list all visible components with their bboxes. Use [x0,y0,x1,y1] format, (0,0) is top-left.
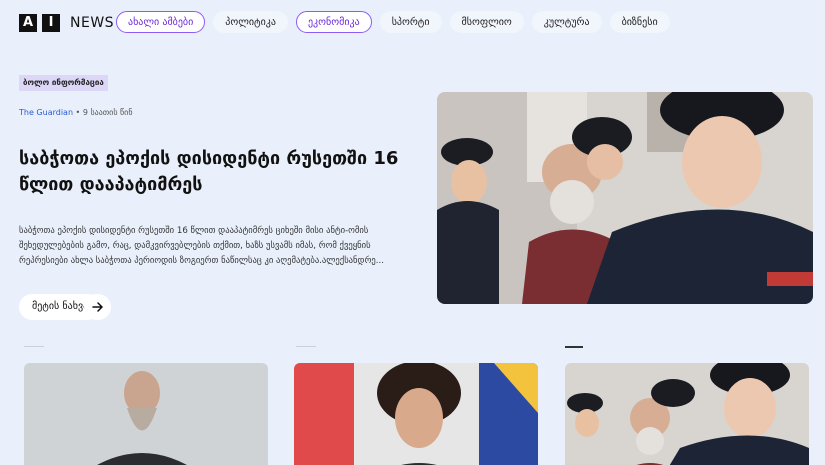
read-more-arrow-button[interactable] [84,294,111,320]
section-divider [24,346,44,347]
nav-item-world[interactable]: მსოფლიო [449,11,524,33]
top-header: A I NEWS ახალი ამბები პოლიტიკა ეკონომიკა… [19,10,825,36]
logo-letter-a: A [19,14,37,32]
article-card-2-photo[interactable] [294,363,538,465]
article-source[interactable]: The Guardian [19,108,73,117]
article-card-3-photo[interactable] [565,363,809,465]
nav-item-business[interactable]: ბიზნესი [609,11,670,33]
category-nav: ახალი ამბები პოლიტიკა ეკონომიკა სპორტი მ… [116,11,670,33]
nav-item-culture[interactable]: კულტურა [531,11,602,33]
nav-item-politics[interactable]: პოლიტიკა [213,11,288,33]
latest-news-badge: ბოლო ინფორმაცია [19,75,108,91]
article-time: 9 საათის წინ [82,108,133,117]
article-headline[interactable]: საბჭოთა ეპოქის დისიდენტი რუსეთში 16 წლით… [19,146,399,198]
logo[interactable]: A I NEWS [19,14,114,32]
logo-letter-i: I [42,14,60,32]
arrow-right-icon [91,302,104,312]
nav-item-economy[interactable]: ეკონომიკა [295,11,372,33]
logo-text: NEWS [70,15,115,31]
nav-item-sport[interactable]: სპორტი [379,11,442,33]
section-divider [296,346,316,347]
meta-separator: • [73,108,83,117]
article-meta: The Guardian • 9 საათის წინ [19,108,133,117]
section-divider-active [565,346,583,348]
nav-item-news[interactable]: ახალი ამბები [116,11,206,33]
article-description: საბჭოთა ეპოქის დისიდენტი რუსეთში 16 წლით… [19,226,384,266]
hero-article-photo[interactable] [437,92,813,304]
article-card-1-photo[interactable] [24,363,268,465]
